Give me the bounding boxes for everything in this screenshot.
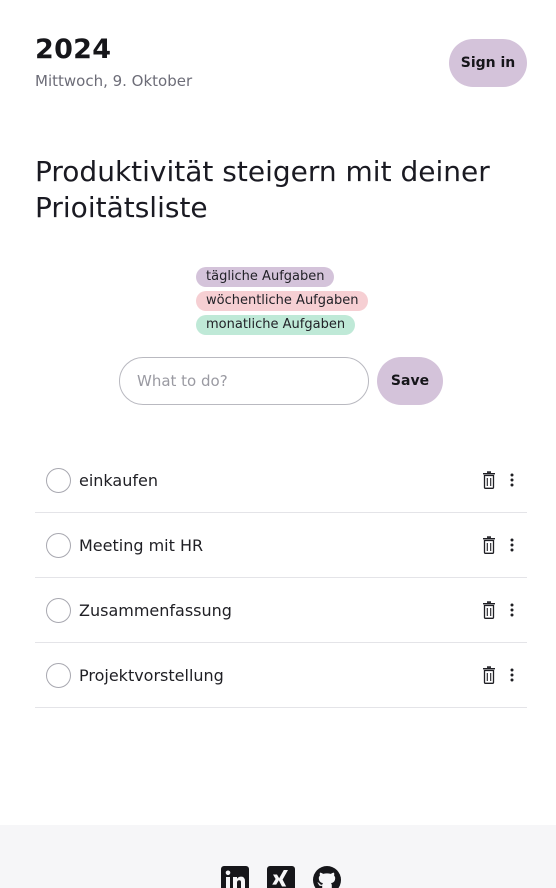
task-row: Zusammenfassung xyxy=(35,578,527,643)
task-row: Meeting mit HR xyxy=(35,513,527,578)
todo-input[interactable] xyxy=(119,357,369,405)
tag-weekly-tasks: wöchentliche Aufgaben xyxy=(196,291,369,311)
task-label: einkaufen xyxy=(79,471,158,490)
trash-icon[interactable] xyxy=(482,601,496,619)
save-button[interactable]: Save xyxy=(377,357,443,405)
task-label: Projektvorstellung xyxy=(79,666,224,685)
xing-icon[interactable] xyxy=(266,865,296,888)
trash-icon[interactable] xyxy=(482,666,496,684)
more-vertical-icon[interactable] xyxy=(508,602,516,618)
task-label: Meeting mit HR xyxy=(79,536,204,555)
trash-icon[interactable] xyxy=(482,536,496,554)
task-list: einkaufen Meeting mit HR Zusammenfassung… xyxy=(35,448,527,708)
linkedin-icon[interactable] xyxy=(220,865,250,888)
task-label: Zusammenfassung xyxy=(79,601,232,620)
current-date: Mittwoch, 9. Oktober xyxy=(35,72,193,90)
task-checkbox[interactable] xyxy=(46,468,71,493)
tag-daily-tasks: tägliche Aufgaben xyxy=(196,267,335,287)
sign-in-button[interactable]: Sign in xyxy=(449,39,527,87)
more-vertical-icon[interactable] xyxy=(508,472,516,488)
task-checkbox[interactable] xyxy=(46,533,71,558)
page-headline: Produktivität steigern mit deiner Prioit… xyxy=(35,155,490,224)
more-vertical-icon[interactable] xyxy=(508,537,516,553)
task-checkbox[interactable] xyxy=(46,663,71,688)
footer xyxy=(0,825,556,888)
tag-monthly-tasks: monatliche Aufgaben xyxy=(196,315,356,335)
github-icon[interactable] xyxy=(312,865,342,888)
category-legend: tägliche Aufgaben wöchentliche Aufgaben … xyxy=(196,267,369,335)
more-vertical-icon[interactable] xyxy=(508,667,516,683)
task-row: einkaufen xyxy=(35,448,527,513)
page: 2024 Mittwoch, 9. Oktober Sign in Produk… xyxy=(0,0,556,888)
year-heading: 2024 xyxy=(35,34,112,65)
task-row: Projektvorstellung xyxy=(35,643,527,708)
trash-icon[interactable] xyxy=(482,471,496,489)
task-checkbox[interactable] xyxy=(46,598,71,623)
